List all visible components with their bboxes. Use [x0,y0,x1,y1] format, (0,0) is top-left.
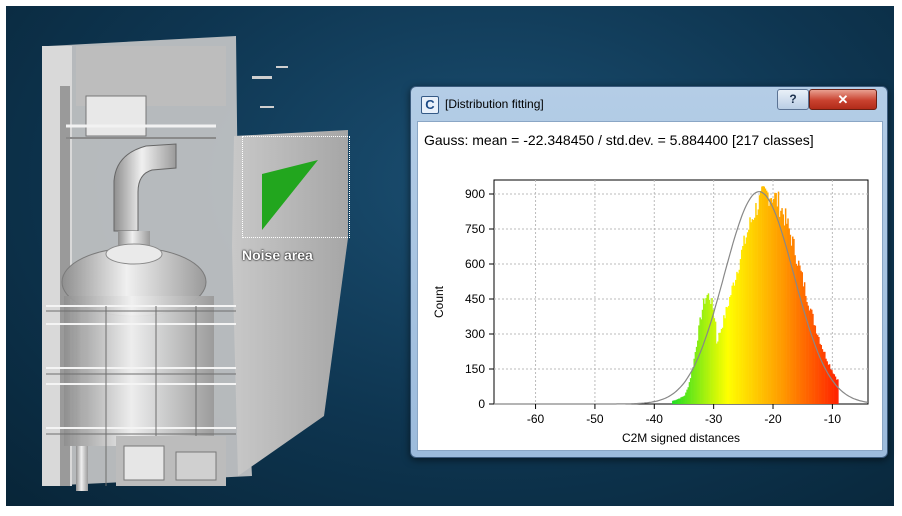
y-tick-label: 150 [465,362,485,376]
x-axis-title: C2M signed distances [622,431,740,445]
y-tick-label: 450 [465,292,485,306]
noise-area-label: Noise area [242,247,313,263]
y-tick-label: 300 [465,327,485,341]
x-tick-label: -60 [527,412,545,426]
dialog-titlebar[interactable]: C [Distribution fitting] ? ✕ [411,87,887,119]
x-tick-label: -10 [824,412,842,426]
close-button[interactable]: ✕ [809,89,877,110]
cloudcompare-logo-icon: C [421,96,439,114]
histogram-bar [837,379,839,404]
distribution-fitting-dialog[interactable]: C [Distribution fitting] ? ✕ -60 -50 -40 -3… [410,86,888,458]
x-tick-label: -20 [764,412,782,426]
x-tick-label: -30 [705,412,723,426]
dialog-title: [Distribution fitting] [445,97,544,111]
y-tick-label: 600 [465,257,485,271]
gauss-fit-summary: Gauss: mean = -22.348450 / std.dev. = 5.… [424,132,814,148]
dialog-content: -60 -50 -40 -30 -20 -10 0 150 300 450 600 750 900 C2… [417,121,883,451]
help-button[interactable]: ? [777,89,809,110]
y-tick-label: 750 [465,222,485,236]
x-tick-label: -50 [586,412,604,426]
y-tick-label: 900 [465,187,485,201]
histogram-chart[interactable]: -60 -50 -40 -30 -20 -10 0 150 300 450 600 750 900 C2… [418,122,882,450]
noise-area-selection [242,136,350,238]
x-tick-label: -40 [646,412,664,426]
y-axis-title: Count [432,285,446,318]
y-tick-label: 0 [478,397,485,411]
